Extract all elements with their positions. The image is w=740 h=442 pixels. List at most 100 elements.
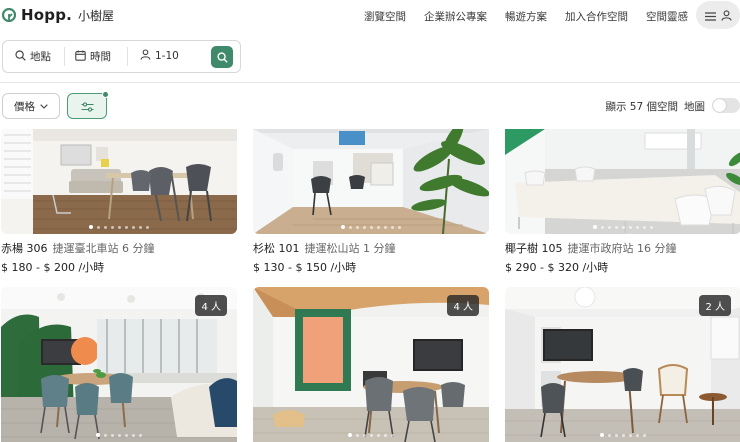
listing-title: 杉松 101 捷運松山站 1 分鐘	[253, 240, 396, 256]
carousel-dot[interactable]	[104, 433, 107, 437]
header-divider	[0, 82, 740, 83]
listing-price: $ 290 - $ 320 /小時	[505, 261, 609, 274]
sliders-icon	[81, 97, 94, 116]
carousel-dot[interactable]	[622, 433, 625, 437]
nav-inspiration[interactable]: 空間靈感	[646, 9, 688, 24]
active-filter-indicator	[102, 91, 109, 98]
search-bar: 地點 時間 1-10	[2, 40, 241, 73]
carousel-dot[interactable]	[363, 225, 366, 229]
carousel-dot[interactable]	[398, 225, 401, 229]
carousel-dot[interactable]	[377, 433, 380, 437]
carousel-dot[interactable]	[89, 225, 93, 229]
listing-photo[interactable]	[505, 129, 740, 234]
result-count: 顯示 57 個空間	[605, 101, 678, 113]
carousel-dot[interactable]	[356, 225, 359, 229]
location-label: 地點	[30, 51, 51, 63]
carousel-dot[interactable]	[356, 433, 359, 437]
map-toggle-switch[interactable]	[712, 98, 740, 113]
account-menu-button[interactable]	[696, 1, 740, 29]
carousel-dot[interactable]	[622, 225, 625, 229]
advanced-filter-button[interactable]	[67, 93, 107, 119]
capacity-badge: 4 人	[195, 295, 227, 316]
carousel-dot[interactable]	[363, 433, 366, 437]
carousel-dot[interactable]	[97, 225, 100, 229]
carousel-dot[interactable]	[341, 225, 345, 229]
carousel-dot[interactable]	[600, 433, 604, 437]
carousel-dot[interactable]	[601, 225, 604, 229]
carousel-dot[interactable]	[132, 433, 135, 437]
nav-browse[interactable]: 瀏覽空間	[364, 9, 406, 24]
listing-photo[interactable]	[1, 129, 237, 234]
carousel-dot[interactable]	[370, 225, 373, 229]
listing-title: 椰子樹 105 捷運市政府站 16 分鐘	[505, 240, 677, 256]
search-icon	[216, 48, 228, 67]
carousel-dot[interactable]	[125, 433, 128, 437]
date-field[interactable]: 時間	[75, 49, 111, 64]
carousel-dots	[505, 225, 740, 229]
listing-photo[interactable]: 2 人	[505, 287, 740, 442]
carousel-dot[interactable]	[636, 225, 639, 229]
carousel-dot[interactable]	[629, 433, 632, 437]
carousel-dot[interactable]	[615, 225, 618, 229]
carousel-dot[interactable]	[608, 433, 611, 437]
chevron-down-icon	[40, 100, 48, 112]
carousel-dot[interactable]	[643, 433, 646, 437]
listing-title: 赤楊 306 捷運臺北車站 6 分鐘	[1, 240, 155, 256]
person-icon	[140, 49, 155, 63]
carousel-dot[interactable]	[104, 225, 107, 229]
carousel-dot[interactable]	[643, 225, 646, 229]
carousel-dot[interactable]	[608, 225, 611, 229]
carousel-dot[interactable]	[349, 225, 352, 229]
search-separator	[64, 47, 65, 66]
nav-partner[interactable]: 加入合作空間	[565, 9, 628, 24]
carousel-dot[interactable]	[615, 433, 618, 437]
carousel-dot[interactable]	[370, 433, 373, 437]
carousel-dot[interactable]	[139, 225, 142, 229]
price-filter-label: 價格	[14, 100, 35, 113]
carousel-dot[interactable]	[384, 225, 387, 229]
carousel-dots	[253, 433, 489, 437]
carousel-dot[interactable]	[146, 225, 149, 229]
carousel-dot[interactable]	[111, 433, 114, 437]
carousel-dot[interactable]	[650, 225, 653, 229]
listing-photo[interactable]: 4 人	[253, 287, 489, 442]
listing-station: 捷運臺北車站 6 分鐘	[52, 242, 155, 255]
search-separator	[127, 47, 128, 66]
search-button[interactable]	[211, 46, 233, 68]
carousel-dot[interactable]	[139, 433, 142, 437]
leaf-logo-icon	[2, 8, 16, 22]
toggle-knob	[713, 99, 726, 112]
user-icon	[720, 6, 732, 25]
carousel-dot[interactable]	[132, 225, 135, 229]
listing-photo[interactable]: 4 人	[1, 287, 237, 442]
carousel-dot[interactable]	[593, 225, 597, 229]
carousel-dots	[1, 433, 237, 437]
carousel-dot[interactable]	[629, 225, 632, 229]
listing-photo[interactable]	[253, 129, 489, 234]
search-icon	[15, 49, 30, 64]
carousel-dot[interactable]	[384, 433, 387, 437]
main-nav: 瀏覽空間 企業辦公專案 暢遊方案 加入合作空間 空間靈感	[346, 9, 688, 24]
nav-enterprise[interactable]: 企業辦公專案	[424, 9, 487, 24]
carousel-dot[interactable]	[125, 225, 128, 229]
price-filter-button[interactable]: 價格	[2, 93, 60, 119]
brand-logo[interactable]: Hopp. 小樹屋	[2, 6, 114, 24]
carousel-dots	[1, 225, 237, 229]
carousel-dot[interactable]	[391, 225, 394, 229]
carousel-dot[interactable]	[377, 225, 380, 229]
capacity-badge: 4 人	[447, 295, 479, 316]
carousel-dot[interactable]	[348, 433, 352, 437]
listing-name: 赤楊 306	[1, 242, 48, 255]
carousel-dots	[253, 225, 489, 229]
carousel-dot[interactable]	[636, 433, 639, 437]
carousel-dot[interactable]	[118, 433, 121, 437]
carousel-dot[interactable]	[111, 225, 114, 229]
listing-station: 捷運市政府站 16 分鐘	[567, 242, 677, 255]
carousel-dot[interactable]	[118, 225, 121, 229]
location-field[interactable]: 地點	[15, 49, 51, 64]
carousel-dot[interactable]	[96, 433, 100, 437]
nav-plans[interactable]: 暢遊方案	[505, 9, 547, 24]
people-field[interactable]: 1-10	[140, 49, 179, 63]
listing-station: 捷運松山站 1 分鐘	[304, 242, 396, 255]
carousel-dot[interactable]	[391, 433, 394, 437]
